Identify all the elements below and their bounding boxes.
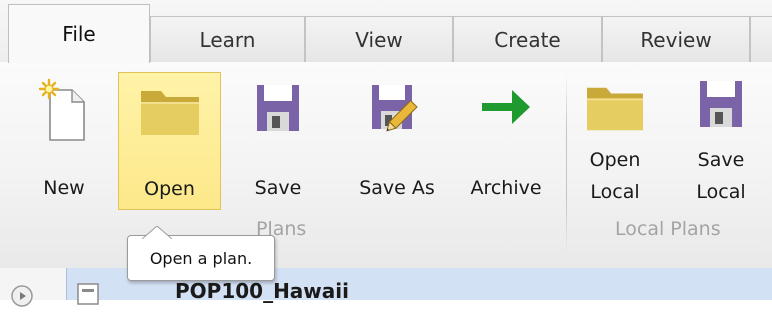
tab-file-label: File — [62, 22, 96, 46]
save-button[interactable]: Save — [232, 72, 324, 218]
new-button-label: New — [43, 177, 85, 199]
save-local-label-line1: Save — [697, 149, 745, 171]
tab-review[interactable]: Review — [602, 16, 750, 62]
floppy-pencil-icon — [369, 82, 425, 140]
floppy-disk-icon — [254, 82, 302, 138]
tooltip-pointer — [141, 224, 173, 243]
row-checkbox-icon[interactable] — [76, 282, 100, 310]
open-local-button[interactable]: Open Local — [575, 72, 655, 218]
group-separator — [566, 74, 567, 254]
save-as-button[interactable]: Save As — [345, 72, 449, 218]
open-button[interactable]: Open — [118, 72, 221, 210]
new-button[interactable]: New — [18, 72, 110, 218]
plan-row-title: POP100_Hawaii — [175, 279, 349, 303]
save-local-label-line2: Local — [696, 181, 746, 203]
green-arrow-icon — [478, 84, 534, 134]
tab-create[interactable]: Create — [453, 16, 602, 62]
open-local-label-line1: Open — [589, 149, 641, 171]
tab-learn-label: Learn — [199, 27, 256, 52]
new-document-icon — [38, 78, 90, 148]
folder-icon — [137, 83, 203, 143]
save-local-button[interactable]: Save Local — [676, 72, 766, 218]
tab-view-label: View — [355, 27, 403, 52]
tab-create-label: Create — [494, 27, 561, 52]
group-label-local-plans: Local Plans — [615, 218, 721, 240]
floppy-disk-icon — [697, 78, 745, 134]
save-as-button-label: Save As — [359, 177, 435, 199]
folder-icon — [583, 80, 647, 138]
open-button-label: Open — [144, 178, 195, 200]
save-button-label: Save — [254, 177, 302, 199]
tab-overflow[interactable] — [750, 16, 772, 62]
tab-view[interactable]: View — [305, 16, 453, 62]
archive-button[interactable]: Archive — [456, 72, 556, 218]
tab-file[interactable]: File — [8, 4, 150, 63]
tab-review-label: Review — [640, 27, 712, 52]
tooltip-text: Open a plan. — [149, 248, 253, 268]
tab-learn[interactable]: Learn — [150, 16, 305, 62]
ribbon-tab-strip: File Learn View Create Review — [0, 0, 772, 63]
expand-circle-icon[interactable] — [10, 284, 34, 312]
open-local-label-line2: Local — [590, 181, 640, 203]
archive-button-label: Archive — [470, 177, 542, 199]
